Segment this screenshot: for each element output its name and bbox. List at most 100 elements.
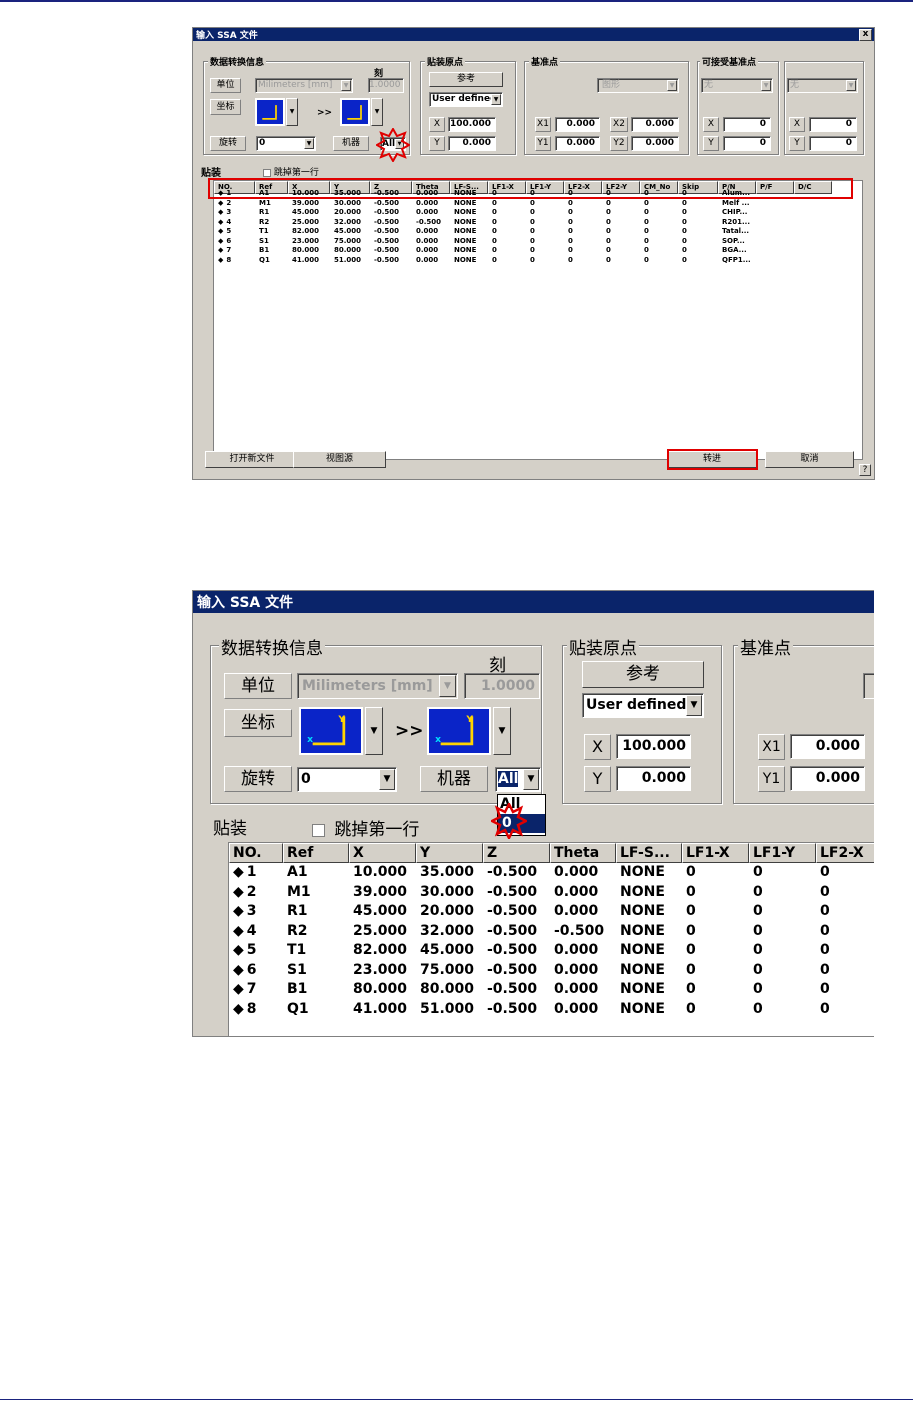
table-cell: 0 xyxy=(606,198,611,207)
table-row[interactable]: ◆ 3 R1 45.000 20.000 -0.500 0.000 NONE 0 0 0 0 0 0 CHI… xyxy=(214,208,832,218)
coord-target-dropdown[interactable]: ▼ xyxy=(371,98,383,126)
skip-first-row-checkbox[interactable]: 跳掉第一行 xyxy=(312,815,419,840)
fid-x2-field[interactable]: 0.000 xyxy=(631,117,679,132)
group-label: 可接受基准点 xyxy=(700,55,759,68)
coord-target-dropdown[interactable]: ▼ xyxy=(493,707,511,755)
row-number: 7 xyxy=(226,246,232,254)
diamond-bullet-icon: ◆ xyxy=(233,903,244,919)
accept-x-field[interactable]: 0 xyxy=(723,117,771,132)
table-row[interactable]: ◆ 7 B1 80.000 80.000 -0.500 0.000 NONE 0 0 0 xyxy=(229,980,874,1000)
cancel-button[interactable]: 取消 xyxy=(765,451,854,468)
table-cell: 0 xyxy=(530,246,535,254)
reference-button[interactable]: 参考 xyxy=(429,72,503,87)
fid-y1-label: Y1 xyxy=(535,136,551,151)
view-source-button[interactable]: 视图源 xyxy=(293,451,386,468)
origin-y-field[interactable]: 0.000 xyxy=(448,136,496,151)
table-row[interactable]: ◆ 2 M1 39.000 30.000 -0.500 0.000 NONE 0 0 0 0 0 0 Mel… xyxy=(214,199,832,209)
fid-y2-field[interactable]: 0.000 xyxy=(631,136,679,151)
table-row[interactable]: ◆ 8 Q1 41.000 51.000 -0.500 0.000 NONE 0 0 0 xyxy=(229,1000,874,1020)
table-row[interactable]: ◆ 5 T1 82.000 45.000 -0.500 0.000 NONE 0 0 0 0 0 0 Tat… xyxy=(214,227,832,237)
table-cell: 0 xyxy=(686,1000,696,1017)
help-button[interactable]: ? xyxy=(859,464,871,476)
origin-x-field[interactable]: 100.000 xyxy=(616,734,691,759)
column-header[interactable]: Ref xyxy=(283,843,349,863)
diamond-bullet-icon: ◆ xyxy=(218,227,224,235)
column-header[interactable]: X xyxy=(349,843,416,863)
origin-y-field[interactable]: 0.000 xyxy=(616,766,691,791)
table-cell: 51.000 xyxy=(420,1000,475,1017)
table-cell: 0 xyxy=(686,961,696,978)
table-row[interactable]: ◆ 4 R2 25.000 32.000 -0.500 -0.500 NONE 0 0 0 xyxy=(229,922,874,942)
close-button[interactable]: x xyxy=(859,29,872,41)
fid-x1-field[interactable]: 0.000 xyxy=(790,734,865,759)
table-cell: 0 xyxy=(686,942,696,958)
bad-x-field[interactable]: 0 xyxy=(809,117,857,132)
coord-arrow: >> xyxy=(395,721,424,741)
coord-source-icon[interactable]: Yx xyxy=(299,707,363,755)
coord-target-icon[interactable] xyxy=(340,98,370,126)
table-row[interactable]: ◆ 4 R2 25.000 32.000 -0.500 -0.500 NONE 0 0 0 0 0 0 R2… xyxy=(214,218,832,228)
bad-fiducial-select[interactable]: 无 ▼ xyxy=(787,78,858,93)
table-cell xyxy=(794,199,832,209)
rotate-select[interactable]: 0 ▼ xyxy=(256,136,316,151)
open-new-file-button[interactable]: 打开新文件 xyxy=(205,451,299,468)
column-header[interactable]: Y xyxy=(416,843,483,863)
origin-mode-select[interactable]: User defined ▼ xyxy=(582,693,704,718)
coord-source-dropdown[interactable]: ▼ xyxy=(365,707,383,755)
table-cell: 0 xyxy=(820,942,830,958)
group-label: 贴装原点 xyxy=(425,55,466,68)
skip-first-row-checkbox[interactable]: 跳掉第一行 xyxy=(263,165,319,178)
placement-table[interactable]: NO. Ref X Y Z Theta LF-S... LF1-X LF1-Y LF2-X LF2-… xyxy=(213,180,863,460)
machine-select[interactable]: All ▼ xyxy=(495,767,541,792)
accept-fiducial-select[interactable]: 无 ▼ xyxy=(701,78,773,93)
unit-select[interactable]: Milimeters [mm] ▼ xyxy=(255,78,353,93)
column-header[interactable]: LF-S... xyxy=(616,843,682,863)
table-row[interactable]: ◆ 5 T1 82.000 45.000 -0.500 0.000 NONE 0 0 0 xyxy=(229,941,874,961)
scale-field[interactable]: 1.0000 xyxy=(464,673,540,699)
origin-x-field[interactable]: 100.000 xyxy=(448,117,496,132)
table-row[interactable]: ◆ 3 R1 45.000 20.000 -0.500 0.000 NONE 0 0 0 xyxy=(229,902,874,922)
table-cell: Q1 xyxy=(287,1000,309,1017)
table-cell: NONE xyxy=(620,864,665,880)
fiducial-select[interactable]: 图形 ▼ xyxy=(597,78,679,93)
table-row[interactable]: ◆ 6 S1 23.000 75.000 -0.500 0.000 NONE 0 0 0 0 0 0 SOP… xyxy=(214,237,832,247)
scale-field[interactable]: 1.0000 xyxy=(368,78,404,93)
fid-y1-field[interactable]: 0.000 xyxy=(555,136,600,151)
table-row[interactable]: ◆ 7 B1 80.000 80.000 -0.500 0.000 NONE 0 0 0 0 0 0 BGA… xyxy=(214,246,832,256)
column-header[interactable]: Z xyxy=(483,843,550,863)
coord-target-icon[interactable]: Yx xyxy=(427,707,491,755)
column-header[interactable]: LF1-Y xyxy=(749,843,816,863)
skip-first-row-label: 跳掉第一行 xyxy=(334,820,420,840)
row-number-cell: ◆ 5 xyxy=(214,227,255,237)
column-header[interactable]: NO. xyxy=(229,843,283,863)
table-cell: NONE xyxy=(454,255,477,264)
coord-source-icon[interactable] xyxy=(255,98,285,126)
table-cell: 0 xyxy=(606,208,611,216)
coord-source-dropdown[interactable]: ▼ xyxy=(286,98,298,126)
row-number: 3 xyxy=(246,903,257,919)
reference-button[interactable]: 参考 xyxy=(582,661,704,688)
column-header[interactable]: Theta xyxy=(550,843,616,863)
convert-highlight-box xyxy=(667,449,758,470)
column-header[interactable]: LF2-X xyxy=(816,843,874,863)
origin-mode-select[interactable]: User defined ▼ xyxy=(429,92,503,107)
bad-y-field[interactable]: 0 xyxy=(809,136,857,151)
fid-x1-label: X1 xyxy=(758,734,785,760)
unit-select[interactable]: Milimeters [mm] ▼ xyxy=(297,673,458,699)
table-row[interactable]: ◆ 6 S1 23.000 75.000 -0.500 0.000 NONE 0 0 0 xyxy=(229,961,874,981)
accept-y-field[interactable]: 0 xyxy=(723,136,771,151)
table-cell: 0 xyxy=(753,883,763,900)
table-row[interactable]: ◆ 8 Q1 41.000 51.000 -0.500 0.000 NONE 0 0 0 0 0 0 QFP… xyxy=(214,256,832,266)
fid-x1-field[interactable]: 0.000 xyxy=(555,117,600,132)
table-row[interactable]: ◆ 2 M1 39.000 30.000 -0.500 0.000 NONE 0 0 0 xyxy=(229,883,874,903)
fiducial-select[interactable] xyxy=(863,673,874,699)
table-cell: -0.500 xyxy=(487,1000,538,1017)
diamond-bullet-icon: ◆ xyxy=(233,981,244,997)
placement-table[interactable]: NO. Ref X Y Z Theta LF-S... LF1-X LF1-Y LF2-X ◆ 1 A1… xyxy=(228,842,874,1036)
table-row[interactable]: ◆ 1 A1 10.000 35.000 -0.500 0.000 NONE 0 0 0 xyxy=(229,863,874,883)
mount-label: 贴装 xyxy=(213,819,247,839)
column-header[interactable]: LF1-X xyxy=(682,843,749,863)
table-cell: 39.000 xyxy=(353,883,408,900)
fid-y1-field[interactable]: 0.000 xyxy=(790,766,865,791)
rotate-select[interactable]: 0 ▼ xyxy=(297,767,397,792)
